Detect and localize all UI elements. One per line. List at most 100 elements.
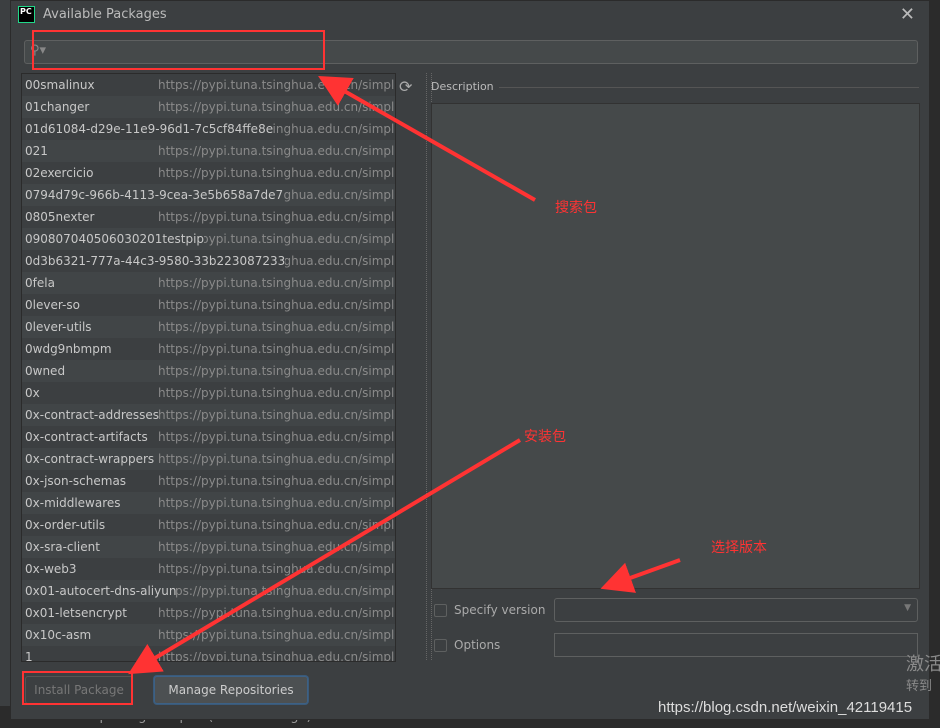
package-repo-url: https://pypi.tuna.tsinghua.edu.cn/simple… — [158, 562, 396, 576]
package-repo-url: https://pypi.tuna.tsinghua.edu.cn/simple… — [158, 606, 396, 620]
package-row[interactable]: https://pypi.tuna.tsinghua.edu.cn/simple… — [22, 250, 395, 272]
package-name: 0lever-so — [22, 298, 80, 312]
annotation-box-install — [22, 671, 133, 705]
package-name: 0fela — [22, 276, 55, 290]
package-row[interactable]: https://pypi.tuna.tsinghua.edu.cn/simple… — [22, 624, 395, 646]
package-name: 1 — [22, 650, 33, 661]
description-label: Description — [431, 80, 494, 93]
package-name: 01changer — [22, 100, 90, 114]
package-row[interactable]: https://pypi.tuna.tsinghua.edu.cn/simple… — [22, 404, 395, 426]
package-name: 0x-json-schemas — [22, 474, 127, 488]
package-name: 0794d79c-966b-4113-9cea-3e5b658a7de7 — [22, 188, 284, 202]
annotation-version: 选择版本 — [711, 540, 767, 556]
package-repo-url: https://pypi.tuna.tsinghua.edu.cn/simple… — [158, 298, 396, 312]
package-name: 0x-contract-addresses — [22, 408, 160, 422]
package-row[interactable]: https://pypi.tuna.tsinghua.edu.cn/simple… — [22, 646, 396, 662]
package-row[interactable]: https://pypi.tuna.tsinghua.edu.cn/simple… — [22, 96, 395, 118]
package-repo-url: https://pypi.tuna.tsinghua.edu.cn/simple… — [158, 430, 396, 444]
package-name: 0x-contract-artifacts — [22, 430, 148, 444]
package-name: 090807040506030201testpip — [22, 232, 205, 246]
package-name: 0x-middlewares — [22, 496, 121, 510]
options-input[interactable] — [554, 633, 918, 657]
activation-subtitle: 转到 — [906, 679, 933, 694]
package-row[interactable]: https://pypi.tuna.tsinghua.edu.cn/simple… — [22, 382, 395, 404]
pycharm-logo-icon: PC — [18, 6, 35, 23]
package-row[interactable]: https://pypi.tuna.tsinghua.edu.cn/simple… — [22, 338, 395, 360]
package-name: 0x10c-asm — [22, 628, 92, 642]
package-name: 0805nexter — [22, 210, 95, 224]
package-name: 0x-sra-client — [22, 540, 100, 554]
package-repo-url: https://pypi.tuna.tsinghua.edu.cn/simple… — [158, 628, 396, 642]
package-repo-url: https://pypi.tuna.tsinghua.edu.cn/simple… — [158, 452, 396, 466]
annotation-box-search — [32, 30, 325, 70]
package-row[interactable]: https://pypi.tuna.tsinghua.edu.cn/simple… — [22, 360, 395, 382]
available-packages-dialog: PC Available Packages ✕ ⚲▾ https://pypi.… — [10, 0, 930, 720]
package-repo-url: https://pypi.tuna.tsinghua.edu.cn/simple… — [158, 210, 396, 224]
package-name: 021 — [22, 144, 48, 158]
specify-version-checkbox[interactable] — [434, 604, 447, 617]
package-repo-url: https://pypi.tuna.tsinghua.edu.cn/simple… — [158, 474, 396, 488]
package-repo-url: https://pypi.tuna.tsinghua.edu.cn/simple… — [158, 276, 396, 290]
package-name: 02exercicio — [22, 166, 94, 180]
package-row[interactable]: https://pypi.tuna.tsinghua.edu.cn/simple… — [22, 470, 395, 492]
package-row[interactable]: https://pypi.tuna.tsinghua.edu.cn/simple… — [22, 118, 395, 140]
package-row[interactable]: https://pypi.tuna.tsinghua.edu.cn/simple… — [22, 162, 395, 184]
package-repo-url: https://pypi.tuna.tsinghua.edu.cn/simple… — [158, 320, 396, 334]
package-row[interactable]: https://pypi.tuna.tsinghua.edu.cn/simple… — [22, 228, 395, 250]
package-row[interactable]: https://pypi.tuna.tsinghua.edu.cn/simple… — [22, 602, 395, 624]
package-repo-url: https://pypi.tuna.tsinghua.edu.cn/simple… — [158, 496, 396, 510]
package-repo-url: https://pypi.tuna.tsinghua.edu.cn/simple… — [158, 166, 396, 180]
package-name: 0x-contract-wrappers — [22, 452, 155, 466]
package-row[interactable]: https://pypi.tuna.tsinghua.edu.cn/simple… — [22, 140, 395, 162]
package-name: 0d3b6321-777a-44c3-9580-33b223087233 — [22, 254, 286, 268]
package-name: 01d61084-d29e-11e9-96d1-7c5cf84ffe8e — [22, 122, 274, 136]
package-name: 0x — [22, 386, 40, 400]
annotation-install: 安装包 — [524, 429, 566, 445]
package-repo-url: https://pypi.tuna.tsinghua.edu.cn/simple… — [158, 144, 396, 158]
package-name: 0x-order-utils — [22, 518, 106, 532]
package-row[interactable]: https://pypi.tuna.tsinghua.edu.cn/simple… — [22, 492, 395, 514]
package-name: 0x01-autocert-dns-aliyun — [22, 584, 177, 598]
package-repo-url: https://pypi.tuna.tsinghua.edu.cn/simple… — [158, 650, 396, 662]
watermark: https://blog.csdn.net/weixin_42119415 — [658, 699, 913, 716]
package-name: 00smalinux — [22, 78, 95, 92]
package-repo-url: https://pypi.tuna.tsinghua.edu.cn/simple… — [158, 342, 396, 356]
package-name: 0wned — [22, 364, 66, 378]
specify-version-label: Specify version — [454, 603, 546, 617]
package-row[interactable]: https://pypi.tuna.tsinghua.edu.cn/simple… — [22, 580, 395, 602]
package-row[interactable]: https://pypi.tuna.tsinghua.edu.cn/simple… — [22, 558, 395, 580]
package-row[interactable]: https://pypi.tuna.tsinghua.edu.cn/simple… — [22, 74, 395, 96]
package-row[interactable]: https://pypi.tuna.tsinghua.edu.cn/simple… — [22, 426, 395, 448]
package-list[interactable]: https://pypi.tuna.tsinghua.edu.cn/simple… — [21, 73, 396, 662]
package-row[interactable]: https://pypi.tuna.tsinghua.edu.cn/simple… — [22, 294, 395, 316]
refresh-icon[interactable]: ⟳ — [399, 77, 412, 96]
version-dropdown[interactable]: ▼ — [554, 598, 918, 622]
chevron-down-icon: ▼ — [904, 603, 911, 613]
options-label: Options — [454, 638, 501, 652]
package-repo-url: https://pypi.tuna.tsinghua.edu.cn/simple… — [158, 540, 396, 554]
manage-repositories-button[interactable]: Manage Repositories — [154, 676, 308, 704]
package-row[interactable]: https://pypi.tuna.tsinghua.edu.cn/simple… — [22, 184, 395, 206]
activation-title: 激活 — [906, 654, 940, 675]
package-row[interactable]: https://pypi.tuna.tsinghua.edu.cn/simple… — [22, 514, 395, 536]
package-name: 0x01-letsencrypt — [22, 606, 127, 620]
package-row[interactable]: https://pypi.tuna.tsinghua.edu.cn/simple… — [22, 448, 395, 470]
options-checkbox[interactable] — [434, 639, 447, 652]
description-panel — [431, 103, 920, 589]
package-repo-url: https://pypi.tuna.tsinghua.edu.cn/simple… — [158, 584, 396, 598]
package-row[interactable]: https://pypi.tuna.tsinghua.edu.cn/simple… — [22, 272, 395, 294]
package-repo-url: https://pypi.tuna.tsinghua.edu.cn/simple… — [158, 408, 396, 422]
package-repo-url: https://pypi.tuna.tsinghua.edu.cn/simple… — [158, 78, 396, 92]
package-repo-url: https://pypi.tuna.tsinghua.edu.cn/simple… — [158, 364, 396, 378]
package-row[interactable]: https://pypi.tuna.tsinghua.edu.cn/simple… — [22, 206, 395, 228]
package-repo-url: https://pypi.tuna.tsinghua.edu.cn/simple… — [158, 518, 396, 532]
package-repo-url: https://pypi.tuna.tsinghua.edu.cn/simple… — [158, 386, 396, 400]
package-name: 0x-web3 — [22, 562, 77, 576]
package-repo-url: https://pypi.tuna.tsinghua.edu.cn/simple… — [158, 100, 396, 114]
package-row[interactable]: https://pypi.tuna.tsinghua.edu.cn/simple… — [22, 316, 395, 338]
close-icon[interactable]: ✕ — [900, 4, 915, 25]
package-name: 0wdg9nbmpm — [22, 342, 112, 356]
annotation-search: 搜索包 — [555, 200, 597, 216]
package-row[interactable]: https://pypi.tuna.tsinghua.edu.cn/simple… — [22, 536, 395, 558]
package-name: 0lever-utils — [22, 320, 92, 334]
